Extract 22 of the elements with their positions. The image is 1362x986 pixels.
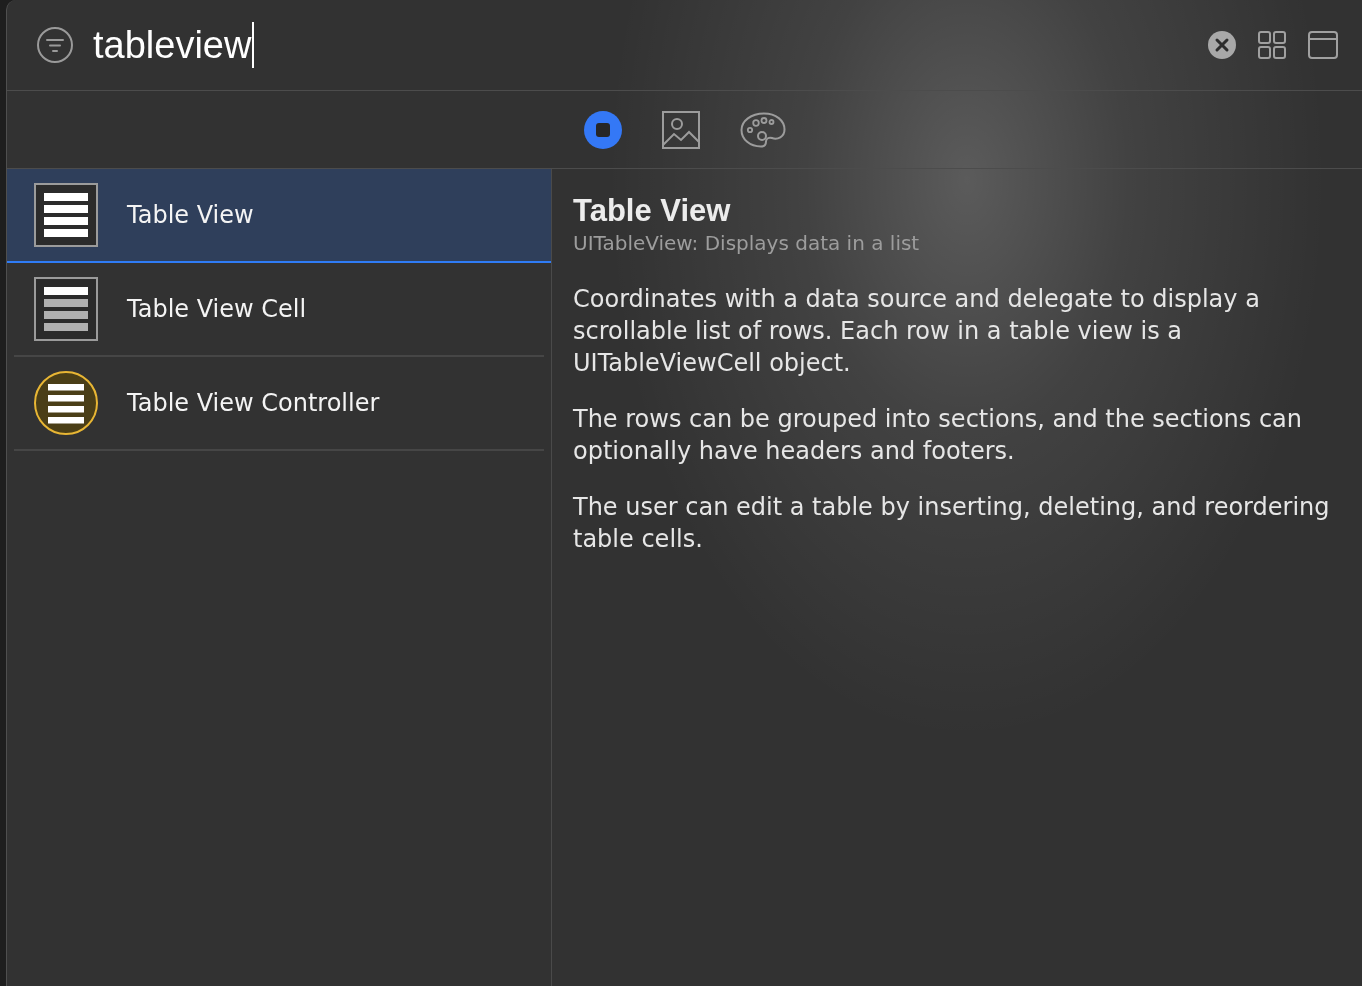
table-icon	[34, 371, 98, 435]
detail-subtitle: UITableView: Displays data in a list	[573, 230, 921, 257]
window-icon[interactable]	[1308, 31, 1338, 59]
grid-icon[interactable]	[1258, 31, 1286, 59]
search-field[interactable]: tableview	[93, 19, 255, 71]
description-paragraph: The rows can be grouped into sections, and the sections can optionally have headers and footers.	[573, 404, 1304, 467]
detail-title: Table View	[573, 193, 732, 229]
result-label: Table View	[127, 201, 254, 229]
table-icon	[34, 183, 98, 247]
description-paragraph: Coordinates with a data source and delegate to display a scrollable list of rows. Each row in a table view is a UITableViewCell object.	[573, 284, 1261, 379]
result-label: Table View Cell	[127, 295, 307, 323]
text-cursor	[252, 22, 255, 68]
result-row[interactable]: Table View Controller	[14, 357, 544, 451]
result-row[interactable]: Table View Cell	[14, 263, 544, 357]
filter-icon[interactable]	[37, 27, 73, 63]
result-row[interactable]: Table View	[7, 169, 551, 263]
table-icon	[34, 277, 98, 341]
result-label: Table View Controller	[127, 389, 380, 417]
palette-icon[interactable]	[739, 111, 786, 148]
description-paragraph: The user can edit a table by inserting, deleting, and reordering table cells.	[573, 492, 1331, 555]
image-icon[interactable]	[661, 110, 700, 149]
close-icon[interactable]	[1208, 31, 1236, 59]
